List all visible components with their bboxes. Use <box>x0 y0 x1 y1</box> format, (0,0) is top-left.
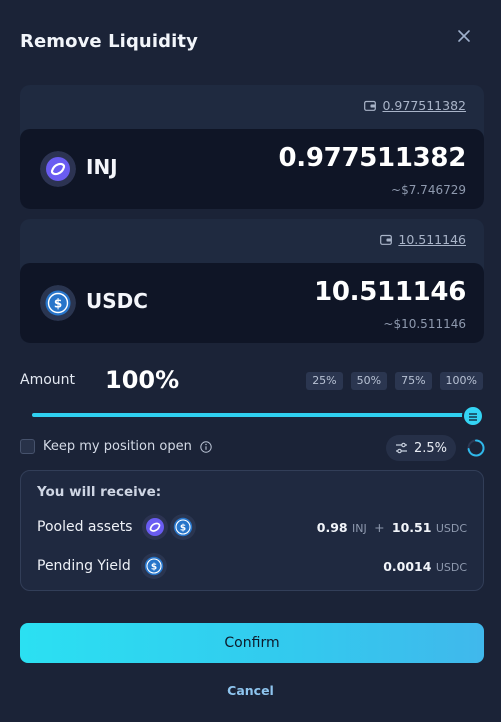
usdc-balance-row: 10.511146 <box>380 232 466 247</box>
usdc-logo-icon: $ <box>40 285 76 321</box>
token-card-usdc: 10.511146 $ USDC 10.511146 ~$10.511146 <box>20 219 484 343</box>
pooled-inj-unit: INJ <box>351 521 367 535</box>
inj-amount: 0.977511382 <box>278 143 467 173</box>
preset-50-button[interactable]: 50% <box>350 372 388 390</box>
slippage-settings-button[interactable]: 2.5% <box>386 435 456 461</box>
usdc-amount: 10.511146 <box>314 277 466 307</box>
inj-balance-row: 0.977511382 <box>364 98 466 113</box>
usdc-logo-icon: $ <box>140 553 167 579</box>
wallet-icon <box>380 234 393 245</box>
remove-liquidity-modal: Remove Liquidity 0.977511382 INJ 0.97751… <box>0 0 501 722</box>
pending-yield-logos: $ <box>140 553 167 579</box>
usdc-balance-value[interactable]: 10.511146 <box>398 232 466 247</box>
svg-text:$: $ <box>180 523 186 533</box>
keep-position-row: Keep my position open <box>20 439 212 454</box>
usdc-symbol: USDC <box>86 289 148 313</box>
amount-slider-track[interactable] <box>32 413 474 417</box>
slippage-value: 2.5% <box>413 440 448 456</box>
keep-position-checkbox[interactable] <box>20 439 35 454</box>
preset-25-button[interactable]: 25% <box>306 372 343 390</box>
preset-75-button[interactable]: 75% <box>395 372 432 390</box>
inj-amount-panel: INJ 0.977511382 ~$7.746729 <box>20 129 484 209</box>
amount-preset-group: 25% 50% 75% 100% <box>306 372 483 390</box>
info-icon[interactable] <box>200 440 212 453</box>
modal-title: Remove Liquidity <box>20 31 198 52</box>
pending-yield-unit: USDC <box>435 560 467 574</box>
pooled-usdc-amount: 10.51 <box>391 519 432 535</box>
amount-label: Amount <box>20 372 76 388</box>
injective-logo-icon <box>40 151 76 187</box>
keep-position-label: Keep my position open <box>43 439 192 454</box>
pending-yield-row: Pending Yield $ 0.0014 USDC <box>37 552 467 580</box>
receive-summary: You will receive: Pooled assets $ 0.98 I… <box>20 470 484 591</box>
inj-symbol: INJ <box>86 155 118 179</box>
pooled-assets-value: 0.98 INJ + 10.51 USDC <box>317 520 467 535</box>
inj-balance-value[interactable]: 0.977511382 <box>382 98 466 113</box>
pooled-inj-amount: 0.98 <box>316 519 348 535</box>
amount-slider-handle[interactable] <box>462 405 484 427</box>
cancel-button[interactable]: Cancel <box>0 683 501 698</box>
usdc-logo-icon: $ <box>170 514 197 540</box>
pooled-asset-logos: $ <box>142 514 197 540</box>
wallet-icon <box>364 100 377 111</box>
token-card-inj: 0.977511382 INJ 0.977511382 ~$7.746729 <box>20 85 484 209</box>
refresh-timer-icon[interactable] <box>466 438 486 458</box>
injective-logo-icon <box>142 514 169 540</box>
amount-percent-value: 100% <box>105 366 180 394</box>
pending-yield-amount: 0.0014 <box>383 558 432 574</box>
usdc-amount-panel: $ USDC 10.511146 ~$10.511146 <box>20 263 484 343</box>
sliders-icon <box>395 442 407 454</box>
close-icon[interactable] <box>454 26 474 46</box>
grip-icon <box>469 413 477 421</box>
usdc-usd-value: ~$10.511146 <box>383 317 466 331</box>
pending-yield-label: Pending Yield <box>37 558 131 574</box>
receive-title: You will receive: <box>37 484 162 500</box>
inj-usd-value: ~$7.746729 <box>391 183 466 197</box>
pooled-assets-row: Pooled assets $ 0.98 INJ + 10.51 USDC <box>37 513 467 541</box>
preset-100-button[interactable]: 100% <box>439 372 483 390</box>
pending-yield-value: 0.0014 USDC <box>383 559 467 574</box>
pooled-usdc-unit: USDC <box>435 521 467 535</box>
plus-sign: + <box>374 519 385 535</box>
svg-text:$: $ <box>54 297 62 311</box>
svg-text:$: $ <box>151 562 157 572</box>
pooled-assets-label: Pooled assets <box>37 519 133 535</box>
confirm-button[interactable]: Confirm <box>20 623 484 663</box>
